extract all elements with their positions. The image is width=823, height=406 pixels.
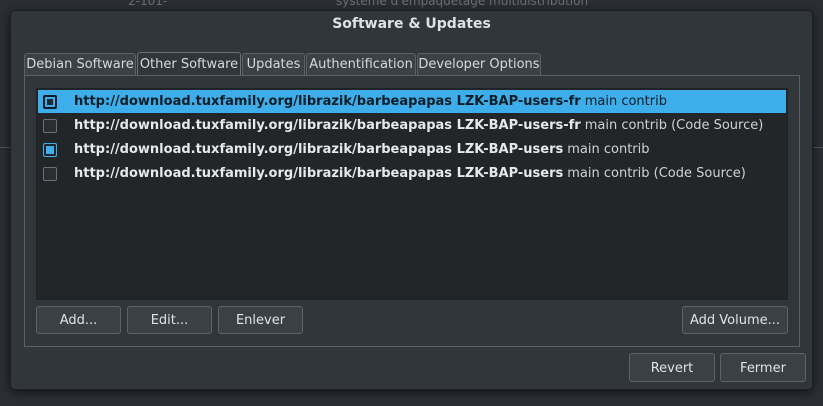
source-url: http://download.tuxfamily.org/librazik/b… xyxy=(74,142,564,157)
sources-list[interactable]: http://download.tuxfamily.org/librazik/b… xyxy=(36,88,788,300)
source-url: http://download.tuxfamily.org/librazik/b… xyxy=(74,166,564,181)
source-url: http://download.tuxfamily.org/librazik/b… xyxy=(74,94,581,109)
source-components: main contrib (Code Source) xyxy=(584,118,764,133)
background-text-right: système d'empaquetage multidistribution xyxy=(336,0,589,8)
add-volume-button[interactable]: Add Volume... xyxy=(682,306,788,334)
revert-button[interactable]: Revert xyxy=(629,353,715,382)
edit-source-button[interactable]: Edit... xyxy=(127,306,212,334)
source-row[interactable]: http://download.tuxfamily.org/librazik/b… xyxy=(38,90,786,113)
tab-updates[interactable]: Updates xyxy=(242,53,305,75)
remove-source-button[interactable]: Enlever xyxy=(218,306,303,334)
window-title: Software & Updates xyxy=(332,16,491,32)
source-row[interactable]: http://download.tuxfamily.org/librazik/b… xyxy=(38,114,786,137)
source-enabled-checkbox[interactable] xyxy=(43,142,57,157)
source-enabled-checkbox[interactable] xyxy=(43,166,57,181)
background-divider xyxy=(812,147,823,148)
tab-developer-options[interactable]: Developer Options xyxy=(417,53,541,75)
background-text-left: 2-101- xyxy=(128,0,168,8)
source-row[interactable]: http://download.tuxfamily.org/librazik/b… xyxy=(38,138,786,161)
source-url: http://download.tuxfamily.org/librazik/b… xyxy=(74,118,581,133)
background-window-text: 2-101- système d'empaquetage multidistri… xyxy=(0,0,823,8)
tab-authentification[interactable]: Authentification xyxy=(306,53,416,75)
close-button[interactable]: Fermer xyxy=(720,353,806,382)
source-enabled-checkbox[interactable] xyxy=(43,118,57,133)
other-software-panel: http://download.tuxfamily.org/librazik/b… xyxy=(24,75,800,347)
source-row[interactable]: http://download.tuxfamily.org/librazik/b… xyxy=(38,162,786,185)
add-source-button[interactable]: Add... xyxy=(36,306,121,334)
tab-other-software[interactable]: Other Software xyxy=(137,52,241,77)
source-enabled-checkbox[interactable] xyxy=(43,94,57,109)
tab-debian-software[interactable]: Debian Software xyxy=(24,53,136,75)
software-updates-dialog: Software & Updates Debian Software Other… xyxy=(10,10,813,390)
source-components: main contrib xyxy=(567,142,650,157)
source-components: main contrib xyxy=(584,94,667,109)
background-divider xyxy=(0,147,10,148)
source-components: main contrib (Code Source) xyxy=(567,166,746,181)
